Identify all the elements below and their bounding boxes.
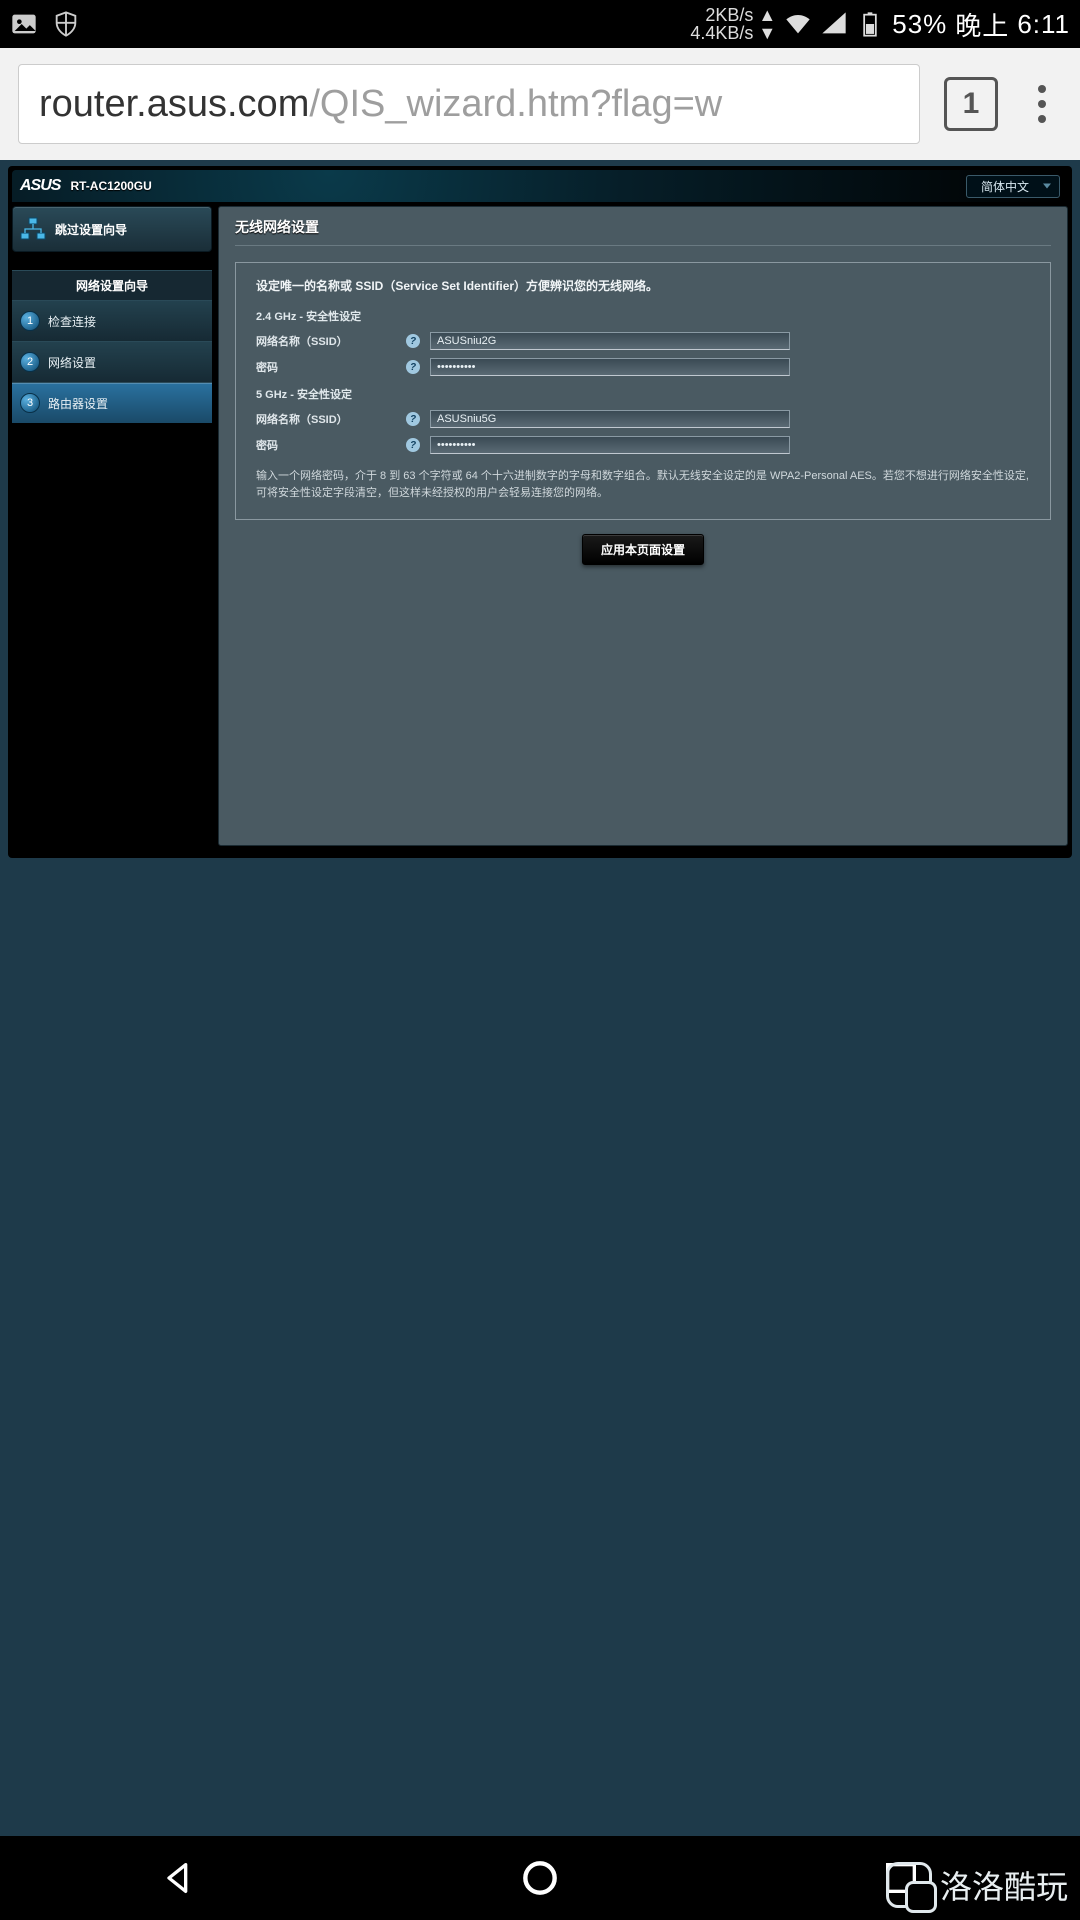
wizard-header: 网络设置向导 — [12, 270, 212, 300]
watermark: 洛洛酷玩 — [886, 1862, 1068, 1908]
browser-toolbar: router.asus.com/QIS_wizard.htm?flag=w 1 — [0, 48, 1080, 160]
watermark-text: 洛洛酷玩 — [940, 1862, 1068, 1908]
apply-button[interactable]: 应用本页面设置 — [582, 534, 704, 565]
gallery-icon — [10, 10, 38, 38]
ssid-5-input[interactable] — [430, 410, 790, 428]
row-ssid-5: 网络名称（SSID） ? — [256, 410, 1030, 428]
help-icon[interactable]: ? — [406, 412, 420, 426]
wifi-icon — [784, 10, 812, 38]
browser-menu-icon[interactable] — [1022, 85, 1062, 123]
sidebar: 跳过设置向导 网络设置向导 1 检查连接 2 网络设置 3 路由器设置 — [12, 206, 212, 846]
wizard-step-3[interactable]: 3 路由器设置 — [12, 382, 212, 423]
pwd-24-input[interactable] — [430, 358, 790, 376]
android-status-bar: 2KB/s ▲ 4.4KB/s ▼ 53% 晚上 6:11 — [0, 0, 1080, 48]
network-speed: 2KB/s ▲ 4.4KB/s ▼ — [690, 6, 776, 42]
router-header: ASUS RT-AC1200GU 简体中文 — [12, 170, 1068, 202]
step-3-label: 路由器设置 — [48, 395, 108, 412]
tab-switcher[interactable]: 1 — [944, 77, 998, 131]
pwd-5-input[interactable] — [430, 436, 790, 454]
step-badge-2: 2 — [20, 352, 40, 372]
step-badge-1: 1 — [20, 311, 40, 331]
main-panel: 无线网络设置 设定唯一的名称或 SSID（Service Set Identif… — [218, 206, 1068, 846]
wizard-step-2[interactable]: 2 网络设置 — [12, 341, 212, 382]
divider — [235, 245, 1051, 246]
help-icon[interactable]: ? — [406, 360, 420, 374]
asus-logo: ASUS — [20, 177, 60, 195]
ssid-24-label: 网络名称（SSID） — [256, 333, 406, 349]
back-icon[interactable] — [159, 1858, 199, 1898]
row-pwd-5: 密码 ? — [256, 436, 1030, 454]
step-badge-3: 3 — [20, 393, 40, 413]
time-prefix: 晚上 — [955, 6, 1009, 43]
step-1-label: 检查连接 — [48, 313, 96, 330]
battery-percent: 53% — [892, 9, 947, 40]
step-2-label: 网络设置 — [48, 354, 96, 371]
cell-signal-icon — [820, 10, 848, 38]
network-topology-icon — [19, 217, 47, 241]
config-intro: 设定唯一的名称或 SSID（Service Set Identifier）方便辨… — [256, 277, 1030, 294]
status-right: 2KB/s ▲ 4.4KB/s ▼ 53% 晚上 6:11 — [690, 6, 1070, 43]
pwd-5-label: 密码 — [256, 437, 406, 453]
password-hint: 输入一个网络密码，介于 8 到 63 个字符或 64 个十六进制数字的字母和数字… — [256, 468, 1030, 501]
home-icon[interactable] — [518, 1856, 562, 1900]
row-ssid-24: 网络名称（SSID） ? — [256, 332, 1030, 350]
panel-title: 无线网络设置 — [235, 217, 1051, 237]
url-bar[interactable]: router.asus.com/QIS_wizard.htm?flag=w — [18, 64, 920, 144]
status-left — [10, 10, 80, 38]
router-admin-page: ASUS RT-AC1200GU 简体中文 跳过设置向导 网络设置向导 1 检查… — [8, 166, 1072, 858]
language-selector[interactable]: 简体中文 — [966, 175, 1060, 198]
pwd-24-label: 密码 — [256, 359, 406, 375]
band-24-header: 2.4 GHz - 安全性设定 — [256, 308, 1030, 324]
shield-icon — [52, 10, 80, 38]
apply-label: 应用本页面设置 — [601, 543, 685, 557]
ssid-5-label: 网络名称（SSID） — [256, 411, 406, 427]
wireless-config-box: 设定唯一的名称或 SSID（Service Set Identifier）方便辨… — [235, 262, 1051, 520]
tab-count-value: 1 — [963, 87, 980, 121]
url-path: /QIS_wizard.htm?flag=w — [309, 83, 722, 126]
row-pwd-24: 密码 ? — [256, 358, 1030, 376]
band-5-header: 5 GHz - 安全性设定 — [256, 386, 1030, 402]
help-icon[interactable]: ? — [406, 438, 420, 452]
language-label: 简体中文 — [981, 180, 1029, 194]
ssid-24-input[interactable] — [430, 332, 790, 350]
router-model: RT-AC1200GU — [70, 179, 151, 193]
skip-wizard-label: 跳过设置向导 — [55, 221, 127, 238]
skip-wizard-button[interactable]: 跳过设置向导 — [12, 206, 212, 252]
help-icon[interactable]: ? — [406, 334, 420, 348]
wizard-step-1[interactable]: 1 检查连接 — [12, 300, 212, 341]
clock: 6:11 — [1017, 9, 1070, 40]
download-speed: 4.4KB/s — [690, 23, 753, 43]
wechat-icon — [886, 1862, 932, 1908]
battery-icon — [856, 10, 884, 38]
url-host: router.asus.com — [39, 83, 309, 126]
upload-speed: 2KB/s — [705, 5, 753, 25]
